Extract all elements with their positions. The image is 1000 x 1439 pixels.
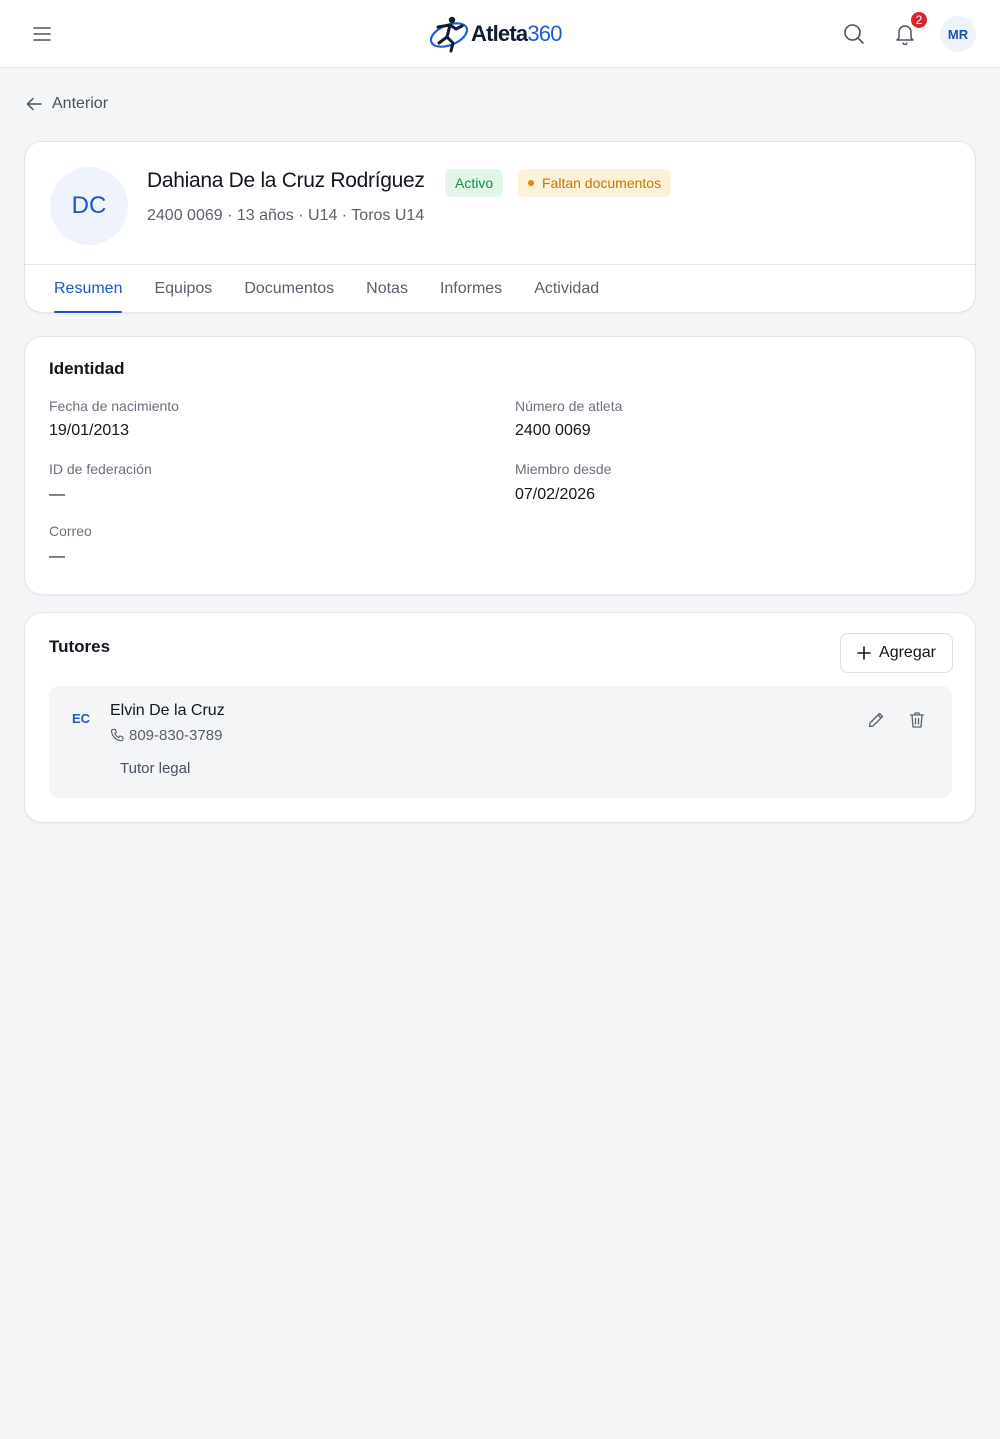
missing-documents-label: Faltan documentos	[542, 175, 662, 191]
tutor-list-item: EC Elvin De la Cruz 809-830-3789 Tutor l…	[49, 686, 952, 798]
top-navigation-bar: Atleta360 2 MR	[0, 0, 1000, 68]
plus-icon	[857, 646, 871, 660]
member-since-label: Miembro desde	[515, 461, 612, 477]
app-name: Atleta360	[471, 21, 562, 46]
tab-documentos[interactable]: Documentos	[244, 265, 334, 313]
status-badge: Activo	[445, 169, 504, 197]
notification-count-badge: 2	[909, 10, 929, 30]
search-button[interactable]	[838, 18, 870, 50]
tutor-avatar: EC	[71, 710, 91, 726]
tutor-phone: 809-830-3789	[110, 727, 222, 744]
member-since-value: 07/02/2026	[515, 486, 596, 503]
tab-resumen[interactable]: Resumen	[54, 265, 123, 313]
tutors-title: Tutores	[49, 637, 111, 656]
menu-icon	[33, 27, 51, 41]
menu-button[interactable]	[26, 18, 58, 50]
athlete-name: Dahiana De la Cruz Rodríguez	[147, 169, 425, 192]
email-value: —	[49, 548, 65, 565]
warning-dot-icon	[528, 180, 534, 186]
identity-title: Identidad	[49, 359, 125, 378]
email-label: Correo	[49, 523, 92, 539]
tutors-card: Tutores Agregar EC Elvin De la Cruz 809-…	[24, 612, 976, 823]
tab-notas[interactable]: Notas	[366, 265, 408, 313]
tutor-role: Tutor legal	[120, 760, 191, 777]
trash-icon	[909, 712, 925, 728]
profile-tabs: Resumen Equipos Documentos Notas Informe…	[54, 265, 631, 313]
edit-tutor-button[interactable]	[862, 706, 890, 734]
athlete-meta: 2400 0069 · 13 años · U14 · Toros U14	[147, 207, 425, 224]
birth-date-value: 19/01/2013	[49, 422, 130, 439]
tab-equipos[interactable]: Equipos	[154, 265, 212, 313]
athlete-logo-icon	[429, 16, 469, 53]
pencil-icon	[868, 712, 884, 728]
add-tutor-button[interactable]: Agregar	[840, 633, 953, 673]
tutor-phone-number: 809-830-3789	[129, 727, 223, 744]
missing-documents-badge: Faltan documentos	[518, 169, 672, 197]
athlete-avatar: DC	[50, 167, 128, 245]
phone-icon	[110, 728, 124, 742]
back-link[interactable]: Anterior	[26, 92, 108, 116]
birth-date-label: Fecha de nacimiento	[49, 398, 179, 414]
back-link-label: Anterior	[52, 95, 109, 112]
arrow-left-icon	[26, 97, 42, 111]
athlete-number-value: 2400 0069	[515, 422, 591, 439]
add-tutor-label: Agregar	[879, 644, 936, 661]
user-avatar[interactable]: MR	[940, 16, 976, 52]
federation-id-value: —	[49, 486, 65, 503]
delete-tutor-button[interactable]	[903, 706, 931, 734]
tab-actividad[interactable]: Actividad	[534, 265, 599, 313]
app-logo[interactable]: Atleta360	[426, 12, 576, 56]
federation-id-label: ID de federación	[49, 461, 152, 477]
identity-card: Identidad Fecha de nacimiento 19/01/2013…	[24, 336, 976, 595]
tab-informes[interactable]: Informes	[440, 265, 502, 313]
athlete-profile-card: DC Dahiana De la Cruz Rodríguez Activo F…	[24, 141, 976, 313]
athlete-number-label: Número de atleta	[515, 398, 623, 414]
tutor-name: Elvin De la Cruz	[110, 702, 225, 719]
search-icon	[844, 24, 864, 44]
